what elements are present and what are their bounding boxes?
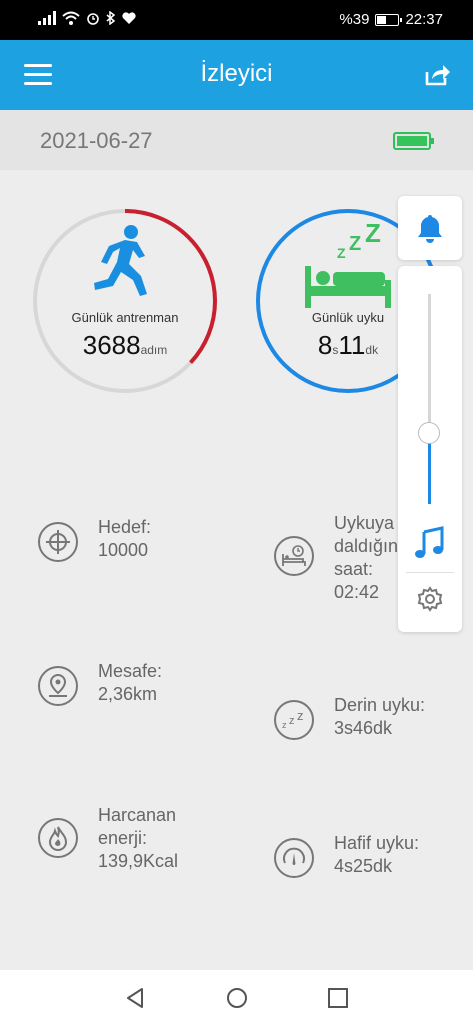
svg-text:Z: Z xyxy=(365,222,381,248)
stat-fall-asleep: Uykuya daldığınız saat: 02:42 xyxy=(274,512,412,604)
sleep-hours: 8 xyxy=(317,330,333,360)
clock: 22:37 xyxy=(405,11,443,28)
stat-light-sleep: Hafif uyku: 4s25dk xyxy=(274,832,419,878)
energy-value: 139,9Kcal xyxy=(98,851,179,871)
daily-training-ring[interactable]: Günlük antrenman 3688adım xyxy=(32,208,218,394)
step-unit: adım xyxy=(140,343,168,357)
training-value: 3688adım xyxy=(32,330,218,361)
deep-sleep-label: Derin uyku: xyxy=(334,695,426,715)
deep-sleep-value: 3s46dk xyxy=(334,718,393,738)
home-circle-icon[interactable] xyxy=(225,986,249,1010)
svg-text:z: z xyxy=(289,715,295,727)
status-bar: %39 22:37 xyxy=(0,0,473,40)
target-icon xyxy=(38,522,78,562)
svg-text:Z: Z xyxy=(349,233,361,255)
gear-icon[interactable] xyxy=(417,586,443,612)
step-count: 3688 xyxy=(82,330,141,360)
battery-icon xyxy=(375,13,403,26)
svg-text:z: z xyxy=(297,710,304,723)
stat-distance: Mesafe: 2,36km xyxy=(38,660,162,706)
svg-text:z: z xyxy=(282,720,287,730)
target-value: 10000 xyxy=(98,540,149,560)
flame-icon xyxy=(38,818,78,858)
bluetooth-icon xyxy=(106,11,116,25)
energy-label-1: Harcanan xyxy=(98,805,177,825)
app-bar: İzleyici xyxy=(0,40,473,110)
bed-clock-icon xyxy=(274,536,314,576)
battery-percent: %39 xyxy=(339,11,370,28)
svg-text:Z: Z xyxy=(337,245,346,261)
signal-icon xyxy=(38,11,56,25)
training-label: Günlük antrenman xyxy=(71,310,179,325)
system-nav-bar xyxy=(0,970,473,1024)
status-right: %39 22:37 xyxy=(339,11,443,28)
alarm-icon xyxy=(87,13,99,25)
stat-deep-sleep: z z z Derin uyku: 3s46dk xyxy=(274,694,425,740)
volume-panel xyxy=(398,196,462,632)
stat-target: Hedef: 10000 xyxy=(38,516,151,562)
sleeping-bed-icon: Z Z Z xyxy=(305,222,391,308)
sleep-minutes-unit: dk xyxy=(365,343,379,357)
page-title: İzleyici xyxy=(200,60,273,87)
distance-value: 2,36km xyxy=(98,684,158,704)
date-bar: 2021-06-27 xyxy=(0,110,473,170)
sleep-minutes: 11 xyxy=(338,330,366,360)
music-note-icon[interactable] xyxy=(412,524,448,560)
energy-label-2: enerji: xyxy=(98,828,148,848)
volume-card xyxy=(398,266,462,632)
recents-square-icon[interactable] xyxy=(326,986,350,1010)
bell-button[interactable] xyxy=(398,196,462,260)
light-sleep-value: 4s25dk xyxy=(334,856,393,876)
stat-energy: Harcanan enerji: 139,9Kcal xyxy=(38,804,178,873)
runner-icon xyxy=(94,225,147,296)
light-sleep-label: Hafif uyku: xyxy=(334,833,420,853)
gauge-icon xyxy=(274,838,314,878)
battery-full-icon xyxy=(393,132,434,150)
location-pin-icon xyxy=(38,666,78,706)
bell-icon xyxy=(418,215,442,243)
back-triangle-icon[interactable] xyxy=(124,986,148,1010)
status-icons xyxy=(38,11,136,25)
distance-label: Mesafe: xyxy=(98,661,163,681)
heart-icon xyxy=(122,11,136,24)
volume-slider-handle[interactable] xyxy=(418,421,440,444)
target-label: Hedef: xyxy=(98,517,152,537)
volume-divider xyxy=(406,572,454,573)
share-icon[interactable] xyxy=(423,62,451,88)
zzz-icon: z z z xyxy=(274,700,314,740)
wifi-icon xyxy=(62,11,80,25)
date-label[interactable]: 2021-06-27 xyxy=(40,128,153,154)
